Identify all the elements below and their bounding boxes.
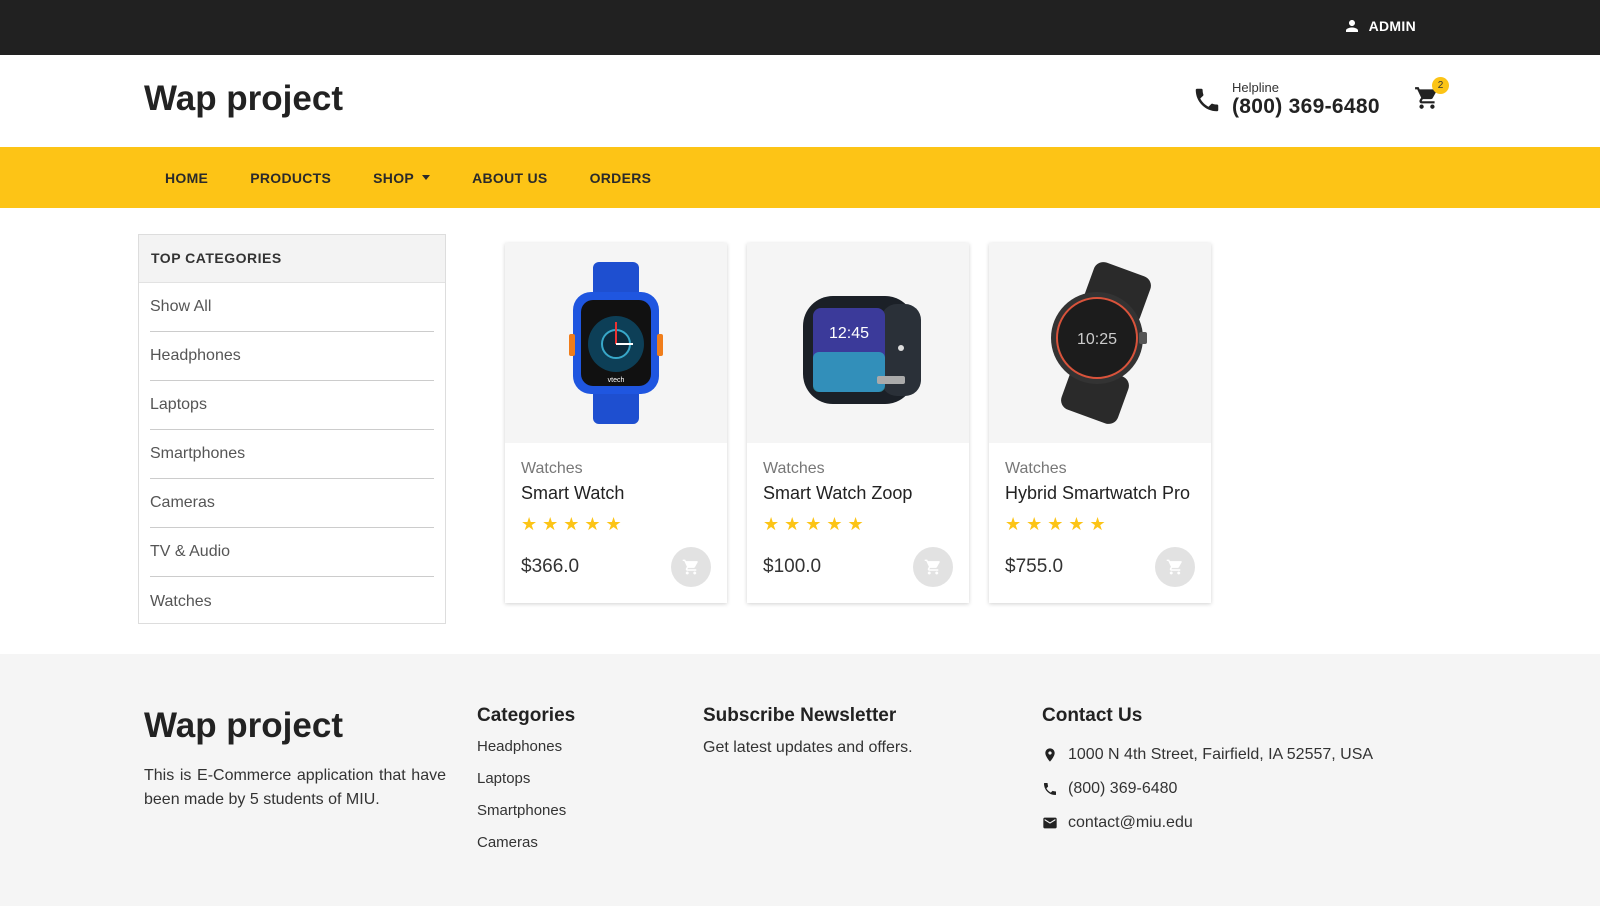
footer-link-cameras[interactable]: Cameras <box>477 834 566 866</box>
product-price: $366.0 <box>521 556 580 577</box>
nav-item-products[interactable]: PRODUCTS <box>229 170 352 186</box>
helpline: Helpline (800) 369-6480 <box>1192 81 1380 119</box>
contact-address: 1000 N 4th Street, Fairfield, IA 52557, … <box>1042 738 1373 772</box>
footer-about-text: This is E-Commerce application that have… <box>144 767 446 808</box>
cart-button[interactable]: 2 <box>1414 77 1449 113</box>
product-card[interactable]: 10:25 Watches Hybrid Smartwatch Pro ★★★★… <box>989 243 1211 603</box>
smartwatch-image: 10:25 <box>1051 262 1151 424</box>
add-to-cart-button[interactable] <box>1155 547 1195 587</box>
product-name[interactable]: Hybrid Smartwatch Pro <box>1005 483 1195 504</box>
rating-stars: ★★★★★ <box>1005 514 1111 534</box>
product-category: Watches <box>763 460 825 477</box>
product-price: $100.0 <box>763 556 822 577</box>
footer-logo: Wap project <box>144 706 343 745</box>
nav-item-home[interactable]: HOME <box>144 170 229 186</box>
category-tv-audio[interactable]: TV & Audio <box>150 528 434 577</box>
footer-link-headphones[interactable]: Headphones <box>477 738 566 770</box>
phone-icon <box>1044 783 1056 795</box>
chevron-down-icon <box>422 175 431 180</box>
site-logo[interactable]: Wap project <box>144 79 343 119</box>
helpline-label: Helpline <box>1232 80 1279 95</box>
site-footer: Wap project This is E-Commerce applicati… <box>0 654 1600 906</box>
product-card[interactable]: vtech Watches Smart Watch ★★★★★ $366.0 <box>505 243 727 603</box>
footer-link-laptops[interactable]: Laptops <box>477 770 566 802</box>
cart-icon <box>1166 559 1182 575</box>
cart-icon <box>682 559 698 575</box>
product-image[interactable]: 10:25 <box>989 243 1211 443</box>
smartwatch-image: vtech <box>569 262 663 424</box>
nav-item-about-us[interactable]: ABOUT US <box>451 170 569 186</box>
admin-account-link[interactable]: ADMIN <box>1343 17 1416 35</box>
helpline-number: (800) 369-6480 <box>1232 95 1380 118</box>
product-image[interactable]: vtech <box>505 243 727 443</box>
footer-link-smartphones[interactable]: Smartphones <box>477 802 566 834</box>
footer-categories-title: Categories <box>477 705 576 726</box>
product-name[interactable]: Smart Watch Zoop <box>763 483 953 504</box>
newsletter-text: Get latest updates and offers. <box>703 739 913 756</box>
svg-text:12:45: 12:45 <box>829 325 869 342</box>
contact-list: 1000 N 4th Street, Fairfield, IA 52557, … <box>1042 738 1373 840</box>
site-header: Wap project Helpline (800) 369-6480 2 <box>0 55 1600 147</box>
smartwatch-image: 12:45 <box>803 296 921 404</box>
cart-icon <box>924 559 940 575</box>
product-category: Watches <box>521 460 583 477</box>
category-show-all[interactable]: Show All <box>150 283 434 332</box>
category-cameras[interactable]: Cameras <box>150 479 434 528</box>
contact-phone: (800) 369-6480 <box>1042 772 1373 806</box>
rating-stars: ★★★★★ <box>521 514 627 534</box>
product-name[interactable]: Smart Watch <box>521 483 711 504</box>
cart-count-badge: 2 <box>1432 77 1449 94</box>
nav-item-shop[interactable]: SHOP <box>352 170 451 186</box>
category-smartphones[interactable]: Smartphones <box>150 430 434 479</box>
category-headphones[interactable]: Headphones <box>150 332 434 381</box>
svg-text:vtech: vtech <box>608 377 625 384</box>
phone-icon <box>1195 88 1219 112</box>
category-laptops[interactable]: Laptops <box>150 381 434 430</box>
mail-icon <box>1043 817 1057 829</box>
nav-item-orders[interactable]: ORDERS <box>569 170 673 186</box>
admin-label: ADMIN <box>1368 18 1416 34</box>
rating-stars: ★★★★★ <box>763 514 869 534</box>
product-card[interactable]: 12:45 Watches Smart Watch Zoop ★★★★★ $10… <box>747 243 969 603</box>
person-icon <box>1345 20 1358 32</box>
svg-text:10:25: 10:25 <box>1077 331 1117 348</box>
category-watches[interactable]: Watches <box>150 577 434 626</box>
add-to-cart-button[interactable] <box>913 547 953 587</box>
top-bar: ADMIN <box>0 0 1600 55</box>
product-price: $755.0 <box>1005 556 1064 577</box>
add-to-cart-button[interactable] <box>671 547 711 587</box>
contact-title: Contact Us <box>1042 705 1143 726</box>
categories-sidebar: TOP CATEGORIES Show All Headphones Lapto… <box>138 234 446 624</box>
sidebar-title: TOP CATEGORIES <box>139 235 445 283</box>
footer-categories-list: Headphones Laptops Smartphones Cameras <box>477 738 566 866</box>
newsletter-title: Subscribe Newsletter <box>703 705 897 726</box>
contact-email[interactable]: contact@miu.edu <box>1042 806 1373 840</box>
product-category: Watches <box>1005 460 1067 477</box>
product-image[interactable]: 12:45 <box>747 243 969 443</box>
location-pin-icon <box>1045 748 1055 762</box>
main-nav: HOME PRODUCTS SHOP ABOUT US ORDERS <box>0 147 1600 208</box>
